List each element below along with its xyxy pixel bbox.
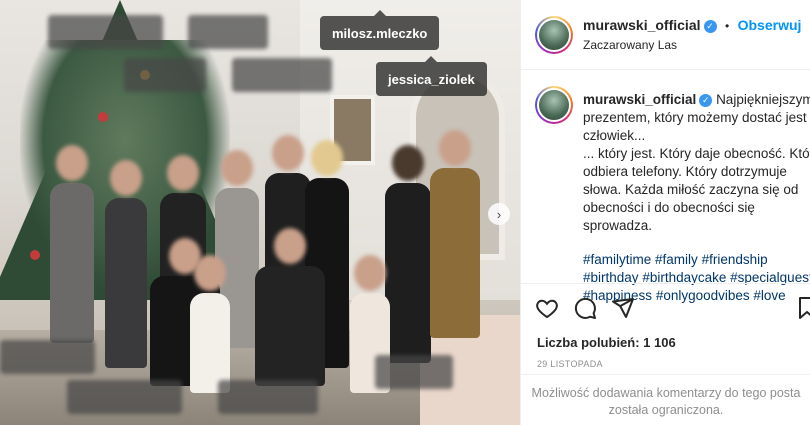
share-icon[interactable] <box>611 296 635 320</box>
location-link[interactable]: Zaczarowany Las <box>583 38 677 52</box>
hashtag[interactable]: #family <box>655 252 698 267</box>
comments-restricted-notice: Możliwość dodawania komentarzy do tego p… <box>521 374 810 425</box>
person <box>190 255 230 393</box>
header-user-row: murawski_official ✓ • Obserwuj <box>583 17 801 35</box>
hashtag[interactable]: #friendship <box>702 252 768 267</box>
heart-icon[interactable] <box>535 296 559 320</box>
verified-badge-icon: ✓ <box>703 20 717 33</box>
photo-tag-hidden[interactable] <box>48 15 163 49</box>
header-separator: • <box>724 19 730 33</box>
photo-tag-hidden[interactable] <box>218 380 318 414</box>
caption-username[interactable]: murawski_official <box>583 92 696 107</box>
ornament <box>30 250 40 260</box>
photo-tag-hidden[interactable] <box>232 58 332 92</box>
header-username[interactable]: murawski_official <box>583 17 701 33</box>
person <box>385 145 431 363</box>
caption-line-2: ... który jest. Który daje obecność. Któ… <box>583 146 810 233</box>
photo-tag-hidden[interactable] <box>0 340 95 374</box>
post-header: murawski_official ✓ • Obserwuj Zaczarowan… <box>521 0 810 70</box>
likes-count[interactable]: Liczba polubień: 1 106 <box>537 335 676 350</box>
hashtag[interactable]: #familytime <box>583 252 651 267</box>
caption-avatar[interactable] <box>535 86 573 124</box>
follow-button[interactable]: Obserwuj <box>738 17 802 33</box>
photo-tag-label: milosz.mleczko <box>332 25 428 41</box>
post-caption: murawski_official ✓ Najpiękniejszym preze… <box>583 91 810 305</box>
person <box>105 160 147 368</box>
verified-badge-icon: ✓ <box>699 94 713 107</box>
photo-tag-hidden[interactable] <box>375 355 453 389</box>
comment-icon[interactable] <box>573 296 597 320</box>
action-bar <box>521 283 810 329</box>
post-side-panel: murawski_official ✓ • Obserwuj Zaczarowan… <box>520 0 810 425</box>
photo-tag-hidden[interactable] <box>124 58 206 92</box>
person <box>50 145 94 343</box>
photo-tag-milosz[interactable]: milosz.mleczko <box>320 10 440 50</box>
post-photo[interactable]: milosz.mleczko jessica_ziolek › <box>0 0 520 425</box>
ornament <box>98 112 108 122</box>
photo-tag-hidden[interactable] <box>67 380 182 414</box>
photo-tag-jessica[interactable]: jessica_ziolek <box>376 56 487 96</box>
avatar[interactable] <box>535 16 573 54</box>
photo-tag-hidden[interactable] <box>188 15 268 49</box>
photo-tag-label: jessica_ziolek <box>388 71 475 87</box>
person <box>255 228 325 386</box>
chevron-right-icon[interactable]: › <box>488 203 510 225</box>
bookmark-icon[interactable] <box>795 296 810 320</box>
post-date[interactable]: 29 LISTOPADA <box>537 359 603 369</box>
person <box>430 130 480 338</box>
